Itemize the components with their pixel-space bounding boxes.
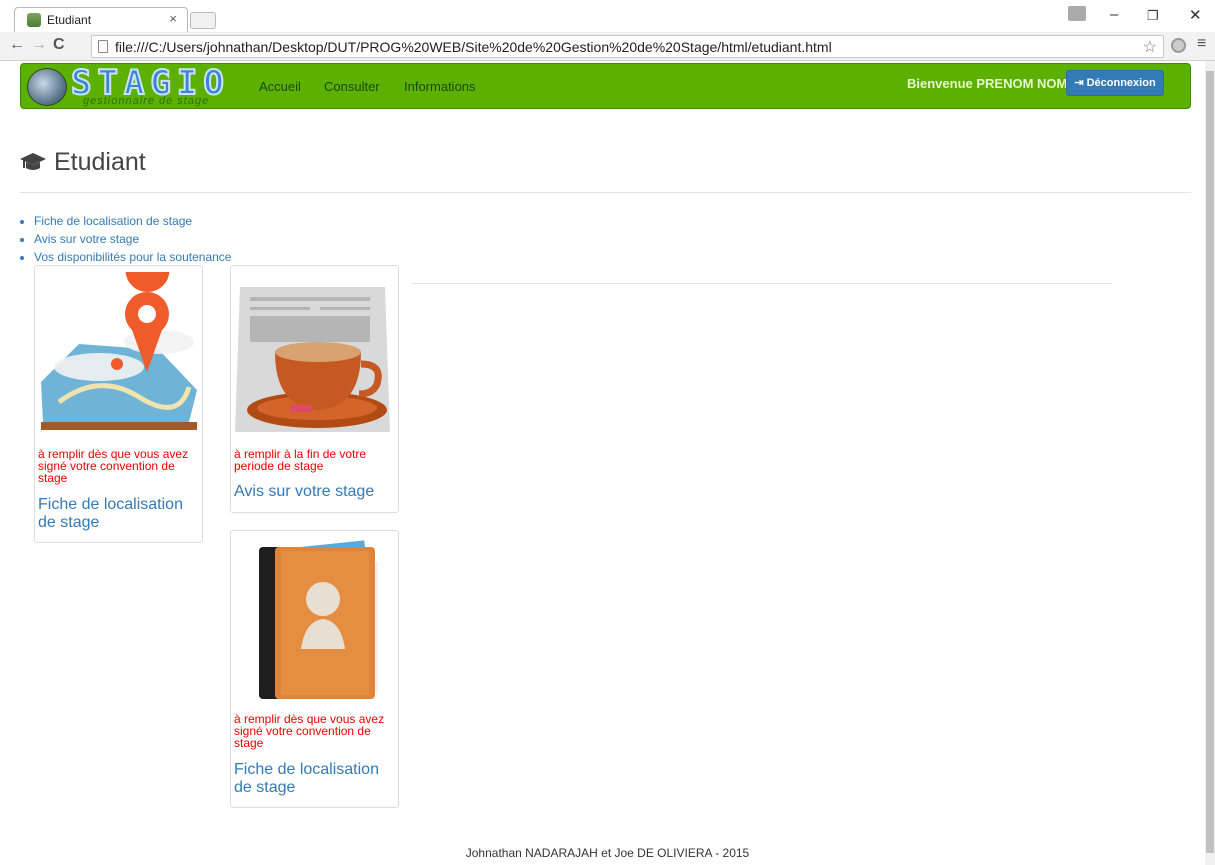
favicon-icon <box>27 13 41 27</box>
link-avis-stage[interactable]: Avis sur votre stage <box>34 232 139 246</box>
site-navbar: STAGIO gestionnaire de stage Accueil Con… <box>20 63 1191 109</box>
browser-tab[interactable]: Etudiant × <box>14 7 188 32</box>
nav-link-consulter[interactable]: Consulter <box>324 79 380 94</box>
graduation-cap-icon <box>20 151 46 173</box>
card-fiche-localisation-2[interactable]: à remplir dès que vous avez signé votre … <box>230 530 399 808</box>
url-text: file:///C:/Users/johnathan/Desktop/DUT/P… <box>115 39 832 55</box>
restore-button[interactable]: ❐ <box>1147 8 1159 24</box>
reload-button[interactable]: C <box>53 36 65 54</box>
card-hint: à remplir dès que vous avez signé votre … <box>38 447 189 485</box>
card-fiche-localisation[interactable]: à remplir dès que vous avez signé votre … <box>34 248 203 543</box>
card-hint: à remplir à la fin de votre periode de s… <box>234 447 367 473</box>
scrollbar-thumb[interactable] <box>1206 71 1214 853</box>
address-bar[interactable]: file:///C:/Users/johnathan/Desktop/DUT/P… <box>91 35 1164 58</box>
divider <box>20 192 1191 193</box>
new-tab-button[interactable] <box>190 12 216 29</box>
page-icon <box>98 40 108 53</box>
browser-menu-icon[interactable]: ≡ <box>1197 35 1206 53</box>
card-avis-stage[interactable]: à remplir à la fin de votre periode de s… <box>230 265 399 513</box>
welcome-text: Bienvenue PRENOM NOM <box>907 76 1068 91</box>
profile-icon[interactable] <box>1068 6 1086 21</box>
page-viewport: STAGIO gestionnaire de stage Accueil Con… <box>0 61 1205 865</box>
logout-label: Déconnexion <box>1086 77 1156 89</box>
tab-close-icon[interactable]: × <box>169 11 177 26</box>
quick-links: Fiche de localisation de stage Avis sur … <box>34 213 231 267</box>
nav-link-informations[interactable]: Informations <box>404 79 476 94</box>
window-close-button[interactable]: ✕ <box>1189 6 1202 24</box>
map-pin-icon <box>39 248 199 440</box>
browser-toolbar: ← → C file:///C:/Users/johnathan/Desktop… <box>0 32 1215 61</box>
coffee-newspaper-icon <box>235 272 395 440</box>
site-logo[interactable]: STAGIO gestionnaire de stage <box>25 65 239 108</box>
card-hint: à remplir dès que vous avez signé votre … <box>234 712 385 750</box>
nav-link-accueil[interactable]: Accueil <box>259 79 301 94</box>
bookmark-star-icon[interactable]: ☆ <box>1143 37 1157 57</box>
card-title[interactable]: Avis sur votre stage <box>234 483 394 501</box>
extension-icon[interactable] <box>1171 38 1186 53</box>
forward-button[interactable]: → <box>31 36 47 54</box>
link-disponibilites[interactable]: Vos disponibilités pour la soutenance <box>34 250 231 264</box>
tab-title: Etudiant <box>47 13 92 27</box>
back-button[interactable]: ← <box>9 36 25 54</box>
globe-logo-icon <box>27 68 67 106</box>
logo-tagline: gestionnaire de stage <box>83 95 210 107</box>
link-fiche-localisation[interactable]: Fiche de localisation de stage <box>34 214 192 228</box>
list-item: Avis sur votre stage <box>34 231 231 249</box>
minimize-button[interactable]: – <box>1110 6 1118 23</box>
page-title: Etudiant <box>54 148 146 176</box>
sign-out-icon: ⇥ <box>1074 77 1087 89</box>
logout-button[interactable]: ⇥ Déconnexion <box>1066 70 1164 96</box>
card-title[interactable]: Fiche de localisation de stage <box>38 496 198 532</box>
address-book-icon <box>235 537 395 705</box>
tab-strip: Etudiant × – ❐ ✕ <box>0 0 1215 32</box>
card-title[interactable]: Fiche de localisation de stage <box>234 761 394 797</box>
divider <box>412 283 1112 284</box>
list-item: Fiche de localisation de stage <box>34 213 231 231</box>
page-scrollbar[interactable] <box>1205 61 1215 865</box>
page-footer: Johnathan NADARAJAH et Joe DE OLIVIERA -… <box>465 846 750 860</box>
